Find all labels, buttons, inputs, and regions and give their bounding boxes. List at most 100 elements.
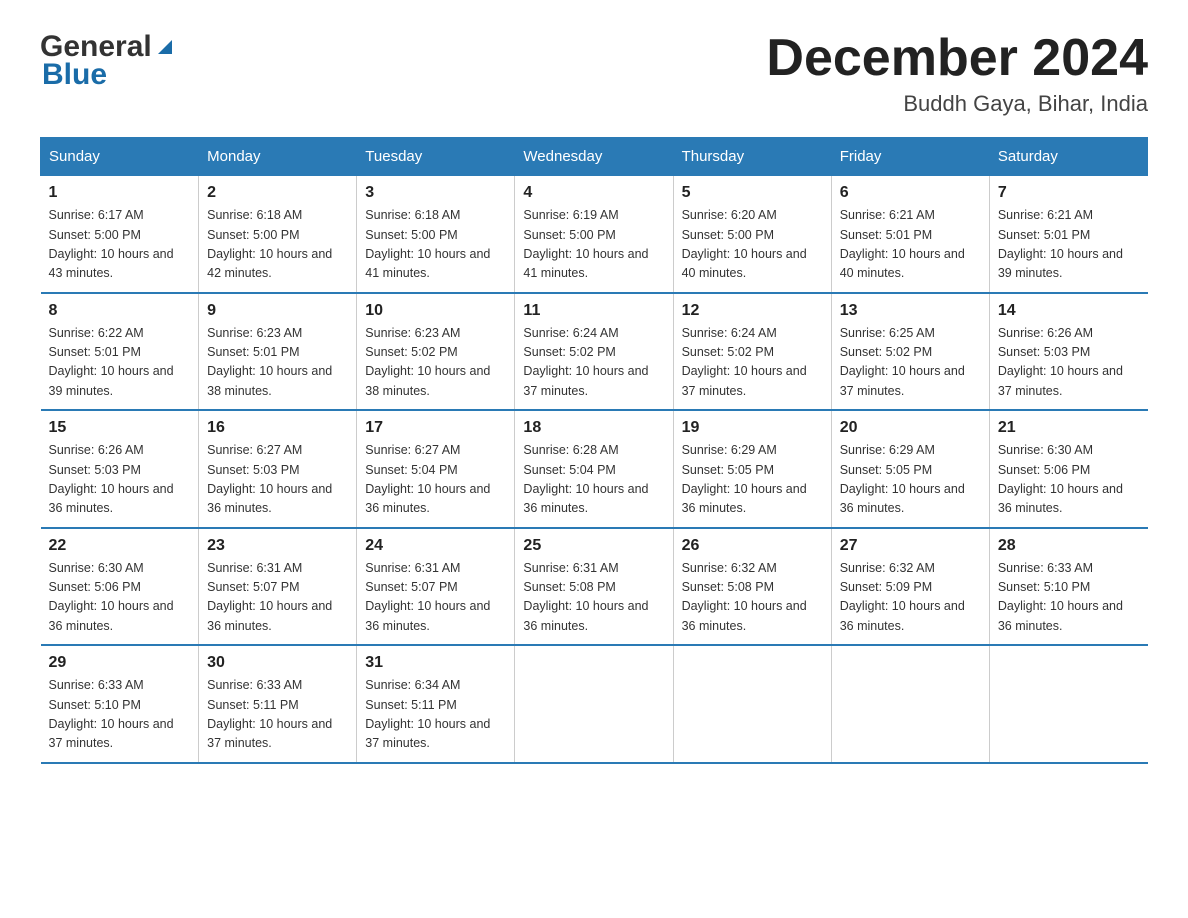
day-number: 20	[840, 419, 981, 437]
day-info: Sunrise: 6:34 AM Sunset: 5:11 PM Dayligh…	[365, 676, 506, 754]
day-number: 5	[682, 184, 823, 202]
calendar-table: Sunday Monday Tuesday Wednesday Thursday…	[40, 137, 1148, 764]
day-info: Sunrise: 6:18 AM Sunset: 5:00 PM Dayligh…	[207, 206, 348, 284]
day-number: 26	[682, 537, 823, 555]
table-row: 30 Sunrise: 6:33 AM Sunset: 5:11 PM Dayl…	[199, 645, 357, 763]
day-info: Sunrise: 6:22 AM Sunset: 5:01 PM Dayligh…	[49, 324, 191, 402]
day-number: 11	[523, 302, 664, 320]
day-info: Sunrise: 6:26 AM Sunset: 5:03 PM Dayligh…	[49, 441, 191, 519]
table-row: 27 Sunrise: 6:32 AM Sunset: 5:09 PM Dayl…	[831, 528, 989, 646]
table-row	[989, 645, 1147, 763]
day-number: 28	[998, 537, 1140, 555]
day-number: 8	[49, 302, 191, 320]
col-tuesday: Tuesday	[357, 138, 515, 176]
table-row	[831, 645, 989, 763]
day-number: 22	[49, 537, 191, 555]
day-number: 6	[840, 184, 981, 202]
table-row: 21 Sunrise: 6:30 AM Sunset: 5:06 PM Dayl…	[989, 410, 1147, 528]
table-row: 15 Sunrise: 6:26 AM Sunset: 5:03 PM Dayl…	[41, 410, 199, 528]
table-row: 11 Sunrise: 6:24 AM Sunset: 5:02 PM Dayl…	[515, 293, 673, 411]
logo-blue-text: Blue	[42, 58, 107, 92]
day-info: Sunrise: 6:18 AM Sunset: 5:00 PM Dayligh…	[365, 206, 506, 284]
table-row: 17 Sunrise: 6:27 AM Sunset: 5:04 PM Dayl…	[357, 410, 515, 528]
table-row: 10 Sunrise: 6:23 AM Sunset: 5:02 PM Dayl…	[357, 293, 515, 411]
day-info: Sunrise: 6:21 AM Sunset: 5:01 PM Dayligh…	[840, 206, 981, 284]
day-info: Sunrise: 6:24 AM Sunset: 5:02 PM Dayligh…	[523, 324, 664, 402]
table-row: 7 Sunrise: 6:21 AM Sunset: 5:01 PM Dayli…	[989, 176, 1147, 293]
col-sunday: Sunday	[41, 138, 199, 176]
day-number: 2	[207, 184, 348, 202]
table-row: 29 Sunrise: 6:33 AM Sunset: 5:10 PM Dayl…	[41, 645, 199, 763]
calendar-week-row: 8 Sunrise: 6:22 AM Sunset: 5:01 PM Dayli…	[41, 293, 1148, 411]
table-row: 25 Sunrise: 6:31 AM Sunset: 5:08 PM Dayl…	[515, 528, 673, 646]
table-row: 16 Sunrise: 6:27 AM Sunset: 5:03 PM Dayl…	[199, 410, 357, 528]
calendar-header-row: Sunday Monday Tuesday Wednesday Thursday…	[41, 138, 1148, 176]
col-monday: Monday	[199, 138, 357, 176]
location-subtitle: Buddh Gaya, Bihar, India	[766, 91, 1148, 117]
day-info: Sunrise: 6:31 AM Sunset: 5:08 PM Dayligh…	[523, 559, 664, 637]
day-number: 23	[207, 537, 348, 555]
table-row: 1 Sunrise: 6:17 AM Sunset: 5:00 PM Dayli…	[41, 176, 199, 293]
day-number: 18	[523, 419, 664, 437]
calendar-week-row: 22 Sunrise: 6:30 AM Sunset: 5:06 PM Dayl…	[41, 528, 1148, 646]
day-info: Sunrise: 6:17 AM Sunset: 5:00 PM Dayligh…	[49, 206, 191, 284]
table-row	[673, 645, 831, 763]
calendar-week-row: 29 Sunrise: 6:33 AM Sunset: 5:10 PM Dayl…	[41, 645, 1148, 763]
table-row: 18 Sunrise: 6:28 AM Sunset: 5:04 PM Dayl…	[515, 410, 673, 528]
day-info: Sunrise: 6:29 AM Sunset: 5:05 PM Dayligh…	[682, 441, 823, 519]
table-row: 24 Sunrise: 6:31 AM Sunset: 5:07 PM Dayl…	[357, 528, 515, 646]
day-number: 24	[365, 537, 506, 555]
table-row: 19 Sunrise: 6:29 AM Sunset: 5:05 PM Dayl…	[673, 410, 831, 528]
day-number: 19	[682, 419, 823, 437]
day-number: 10	[365, 302, 506, 320]
day-number: 1	[49, 184, 191, 202]
day-number: 14	[998, 302, 1140, 320]
day-number: 30	[207, 654, 348, 672]
table-row: 26 Sunrise: 6:32 AM Sunset: 5:08 PM Dayl…	[673, 528, 831, 646]
col-wednesday: Wednesday	[515, 138, 673, 176]
day-info: Sunrise: 6:23 AM Sunset: 5:01 PM Dayligh…	[207, 324, 348, 402]
table-row: 31 Sunrise: 6:34 AM Sunset: 5:11 PM Dayl…	[357, 645, 515, 763]
day-number: 31	[365, 654, 506, 672]
day-info: Sunrise: 6:21 AM Sunset: 5:01 PM Dayligh…	[998, 206, 1140, 284]
col-friday: Friday	[831, 138, 989, 176]
day-number: 15	[49, 419, 191, 437]
day-info: Sunrise: 6:32 AM Sunset: 5:08 PM Dayligh…	[682, 559, 823, 637]
day-info: Sunrise: 6:31 AM Sunset: 5:07 PM Dayligh…	[207, 559, 348, 637]
col-thursday: Thursday	[673, 138, 831, 176]
table-row: 22 Sunrise: 6:30 AM Sunset: 5:06 PM Dayl…	[41, 528, 199, 646]
day-info: Sunrise: 6:23 AM Sunset: 5:02 PM Dayligh…	[365, 324, 506, 402]
day-number: 9	[207, 302, 348, 320]
table-row: 4 Sunrise: 6:19 AM Sunset: 5:00 PM Dayli…	[515, 176, 673, 293]
day-number: 27	[840, 537, 981, 555]
day-info: Sunrise: 6:27 AM Sunset: 5:03 PM Dayligh…	[207, 441, 348, 519]
day-info: Sunrise: 6:33 AM Sunset: 5:11 PM Dayligh…	[207, 676, 348, 754]
day-number: 3	[365, 184, 506, 202]
calendar-week-row: 15 Sunrise: 6:26 AM Sunset: 5:03 PM Dayl…	[41, 410, 1148, 528]
table-row: 2 Sunrise: 6:18 AM Sunset: 5:00 PM Dayli…	[199, 176, 357, 293]
day-number: 12	[682, 302, 823, 320]
day-info: Sunrise: 6:19 AM Sunset: 5:00 PM Dayligh…	[523, 206, 664, 284]
day-number: 17	[365, 419, 506, 437]
day-number: 13	[840, 302, 981, 320]
day-number: 7	[998, 184, 1140, 202]
day-info: Sunrise: 6:33 AM Sunset: 5:10 PM Dayligh…	[998, 559, 1140, 637]
day-info: Sunrise: 6:32 AM Sunset: 5:09 PM Dayligh…	[840, 559, 981, 637]
table-row: 12 Sunrise: 6:24 AM Sunset: 5:02 PM Dayl…	[673, 293, 831, 411]
table-row: 20 Sunrise: 6:29 AM Sunset: 5:05 PM Dayl…	[831, 410, 989, 528]
day-number: 21	[998, 419, 1140, 437]
month-title: December 2024	[766, 30, 1148, 87]
table-row: 3 Sunrise: 6:18 AM Sunset: 5:00 PM Dayli…	[357, 176, 515, 293]
day-info: Sunrise: 6:25 AM Sunset: 5:02 PM Dayligh…	[840, 324, 981, 402]
logo: General Blue	[40, 30, 176, 92]
page-header: General Blue December 2024 Buddh Gaya, B…	[40, 30, 1148, 117]
table-row: 8 Sunrise: 6:22 AM Sunset: 5:01 PM Dayli…	[41, 293, 199, 411]
table-row: 6 Sunrise: 6:21 AM Sunset: 5:01 PM Dayli…	[831, 176, 989, 293]
table-row: 28 Sunrise: 6:33 AM Sunset: 5:10 PM Dayl…	[989, 528, 1147, 646]
table-row: 14 Sunrise: 6:26 AM Sunset: 5:03 PM Dayl…	[989, 293, 1147, 411]
day-info: Sunrise: 6:27 AM Sunset: 5:04 PM Dayligh…	[365, 441, 506, 519]
day-number: 16	[207, 419, 348, 437]
logo-triangle-icon	[154, 36, 176, 58]
day-info: Sunrise: 6:20 AM Sunset: 5:00 PM Dayligh…	[682, 206, 823, 284]
day-info: Sunrise: 6:31 AM Sunset: 5:07 PM Dayligh…	[365, 559, 506, 637]
